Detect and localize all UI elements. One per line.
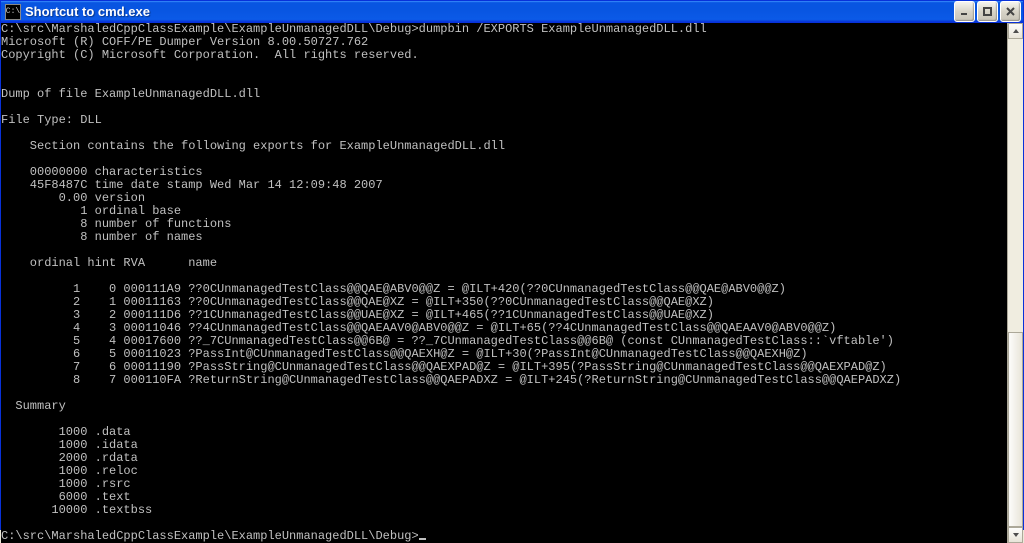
summary-row: 1000 .data [1,425,131,439]
console-line: 1 ordinal base [1,204,181,218]
cmd-window: C:\ Shortcut to cmd.exe C:\src\Marshaled… [0,0,1024,530]
chevron-down-icon [1012,531,1020,539]
summary-row: 1000 .idata [1,438,138,452]
export-row: 6 5 00011023 ?PassInt@CUnmanagedTestClas… [1,347,808,361]
console-line: 8 number of names [1,230,203,244]
console-line: 8 number of functions [1,217,231,231]
console-line: 45F8487C time date stamp Wed Mar 14 12:0… [1,178,383,192]
console-line: File Type: DLL [1,113,102,127]
export-row: 7 6 00011190 ?PassString@CUnmanagedTestC… [1,360,887,374]
console-line: 0.00 version [1,191,145,205]
summary-row: 1000 .reloc [1,464,138,478]
close-button[interactable] [1000,1,1021,22]
close-icon [1005,6,1016,17]
summary-row: 6000 .text [1,490,131,504]
scrollbar-thumb[interactable] [1008,332,1023,527]
console-line: Copyright (C) Microsoft Corporation. All… [1,48,419,62]
export-row: 8 7 000110FA ?ReturnString@CUnmanagedTes… [1,373,901,387]
summary-row: 2000 .rdata [1,451,138,465]
console-line: ordinal hint RVA name [1,256,217,270]
minimize-button[interactable] [954,1,975,22]
console-output[interactable]: C:\src\MarshaledCppClassExample\ExampleU… [1,23,1007,543]
export-row: 3 2 000111D6 ??1CUnmanagedTestClass@@UAE… [1,308,714,322]
window-controls [954,1,1021,22]
console-line: Section contains the following exports f… [1,139,505,153]
chevron-up-icon [1012,27,1020,35]
vertical-scrollbar[interactable] [1007,23,1023,543]
cmd-icon: C:\ [5,4,21,20]
export-row: 2 1 00011163 ??0CUnmanagedTestClass@@QAE… [1,295,714,309]
cursor-icon [419,538,426,540]
console-line: Summary [1,399,66,413]
export-row: 5 4 00017600 ??_7CUnmanagedTestClass@@6B… [1,334,894,348]
scrollbar-track[interactable] [1008,39,1023,527]
scroll-down-button[interactable] [1008,527,1023,543]
console-line: Microsoft (R) COFF/PE Dumper Version 8.0… [1,35,368,49]
minimize-icon [959,6,970,17]
maximize-icon [982,6,993,17]
summary-row: 1000 .rsrc [1,477,131,491]
titlebar[interactable]: C:\ Shortcut to cmd.exe [1,1,1023,22]
export-row: 1 0 000111A9 ??0CUnmanagedTestClass@@QAE… [1,282,786,296]
window-title: Shortcut to cmd.exe [25,4,954,19]
client-area: C:\src\MarshaledCppClassExample\ExampleU… [1,22,1023,543]
prompt: C:\src\MarshaledCppClassExample\ExampleU… [1,529,419,543]
console-line: 00000000 characteristics [1,165,203,179]
export-row: 4 3 00011046 ??4CUnmanagedTestClass@@QAE… [1,321,836,335]
console-line: Dump of file ExampleUnmanagedDLL.dll [1,87,260,101]
maximize-button[interactable] [977,1,998,22]
scroll-up-button[interactable] [1008,23,1023,39]
summary-row: 10000 .textbss [1,503,152,517]
